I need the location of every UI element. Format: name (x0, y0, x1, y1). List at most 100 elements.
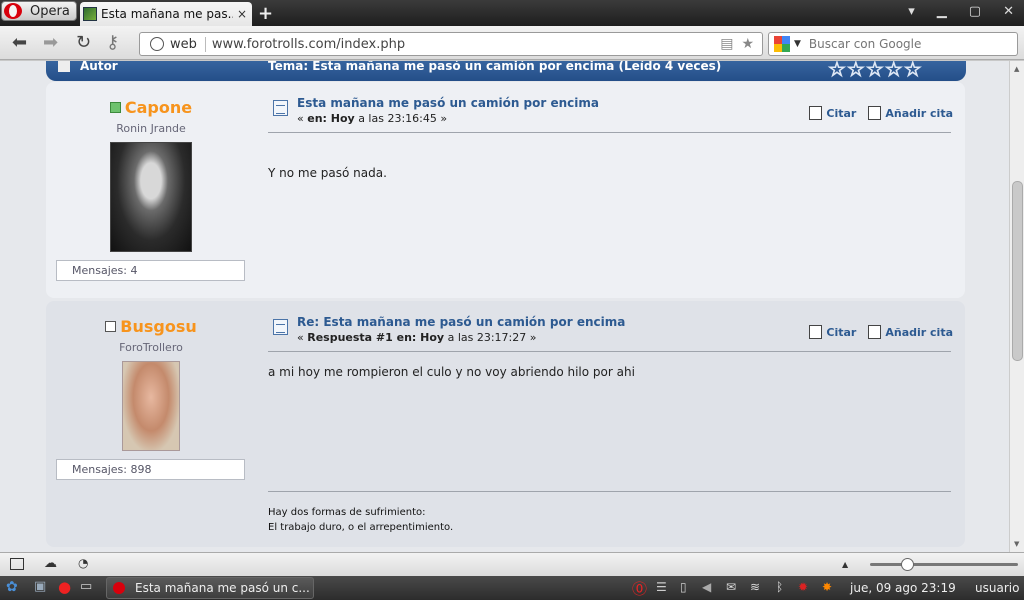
cloud-icon[interactable]: ☁ (44, 556, 58, 571)
start-menu-icon[interactable]: ✿ (6, 579, 18, 595)
message-count: Mensajes: 4 (56, 260, 245, 281)
opera-menu-label: Opera (30, 3, 70, 19)
signature: Hay dos formas de sufrimiento: El trabaj… (268, 507, 454, 533)
window-controls: ▾ ▁ ▢ ✕ (908, 4, 1014, 19)
battery-icon[interactable]: ▯ (680, 580, 687, 594)
chevron-down-icon[interactable]: ▼ (794, 39, 801, 49)
post-meta: « Respuesta #1 en: Hoy a las 23:17:27 » (297, 331, 537, 344)
url-text[interactable]: www.forotrolls.com/index.php (212, 37, 720, 52)
username-link[interactable]: Capone (125, 98, 192, 117)
tab-menu-icon[interactable]: ▾ (908, 4, 915, 19)
opera-icon (113, 582, 125, 594)
zoom-menu-icon[interactable]: ▲ (842, 560, 856, 572)
forward-icon[interactable]: ➡ (43, 32, 58, 53)
network-manager-icon[interactable]: ☰ (656, 580, 667, 594)
divider (268, 132, 951, 133)
update-alert-icon[interactable]: ✹ (798, 580, 808, 594)
file-manager-icon[interactable]: ▣ (34, 579, 46, 594)
tab-active[interactable]: Esta mañana me pas... × (80, 2, 252, 26)
search-input[interactable] (808, 37, 1009, 51)
tab-close-icon[interactable]: × (237, 7, 247, 21)
opera-launcher-icon[interactable]: ● (58, 578, 71, 596)
browser-status-bar: ☁ ◔ ▲ (0, 552, 1024, 576)
poster-info: Busgosu ForoTrollero Mensajes: 898 (56, 301, 246, 480)
taskbar-window-title: Esta mañana me pasó un c... (135, 581, 310, 595)
quote-icon (809, 106, 823, 120)
avatar[interactable] (122, 361, 180, 451)
close-window-icon[interactable]: ✕ (1003, 4, 1014, 19)
offline-status-icon (105, 321, 117, 332)
scroll-thumb[interactable] (1012, 181, 1023, 361)
bookmark-star-icon[interactable]: ★ (741, 36, 754, 52)
post-icon (273, 100, 288, 116)
document-icon (58, 61, 70, 72)
quote-button[interactable]: Citar (809, 106, 856, 120)
signature-divider (268, 491, 951, 492)
taskbar-window-opera[interactable]: Esta mañana me pasó un c... (106, 577, 314, 599)
post-1: Capone Ronin Jrande Mensajes: 4 Esta mañ… (46, 82, 965, 298)
opera-tray-icon[interactable]: ⓪ (632, 578, 647, 599)
post-icon (273, 319, 288, 335)
bluetooth-icon[interactable]: ᛒ (776, 580, 783, 594)
post-subject-link[interactable]: Esta mañana me pasó un camión por encima (297, 96, 599, 110)
reload-icon[interactable]: ↻ (76, 32, 91, 53)
favicon-icon (83, 7, 97, 21)
post-meta: « en: Hoy a las 23:16:45 » (297, 112, 448, 125)
minimize-icon[interactable]: ▁ (937, 4, 947, 19)
username-link[interactable]: Busgosu (120, 317, 196, 336)
tab-bar: Opera Esta mañana me pas... × + ▾ ▁ ▢ ✕ (0, 0, 1024, 26)
post-text: a mi hoy me rompieron el culo y no voy a… (268, 365, 635, 379)
poster-info: Capone Ronin Jrande Mensajes: 4 (56, 82, 246, 281)
key-icon[interactable]: ⚷ (106, 32, 119, 53)
quote-button[interactable]: Citar (809, 325, 856, 339)
notification-burst-icon[interactable]: ✸ (822, 580, 832, 594)
divider (268, 351, 951, 352)
autor-label: Autor (80, 61, 118, 73)
quote-icon (809, 325, 823, 339)
add-quote-icon (868, 325, 882, 339)
user-rank: ForoTrollero (119, 341, 183, 354)
add-quote-button[interactable]: Añadir cita (868, 106, 953, 120)
add-quote-button[interactable]: Añadir cita (868, 325, 953, 339)
online-status-icon (109, 102, 121, 113)
zoom-slider[interactable] (870, 563, 1018, 566)
scroll-down-icon[interactable]: ▼ (1014, 540, 1019, 548)
speed-dial-icon[interactable]: ◔ (78, 556, 92, 570)
os-taskbar: ✿ ▣ ● ▭ Esta mañana me pasó un c... ⓪ ☰ … (0, 576, 1024, 600)
new-tab-button[interactable]: + (258, 3, 273, 24)
tab-title: Esta mañana me pas... (101, 7, 233, 21)
add-quote-icon (868, 106, 882, 120)
volume-icon[interactable]: ◀ (702, 580, 711, 594)
search-box[interactable]: ▼ (768, 32, 1018, 56)
address-bar[interactable]: web www.forotrolls.com/index.php ▤ ★ (139, 32, 763, 56)
zoom-slider-handle[interactable] (901, 558, 914, 571)
terminal-icon[interactable]: ▭ (80, 579, 92, 594)
topic-header: Autor Tema: Esta mañana me pasó un camió… (46, 61, 966, 82)
message-count: Mensajes: 898 (56, 459, 245, 480)
mail-icon[interactable]: ✉ (726, 580, 736, 594)
wifi-icon[interactable]: ≋ (750, 580, 760, 594)
page-viewport: Autor Tema: Esta mañana me pasó un camió… (0, 61, 1009, 552)
google-icon[interactable] (774, 36, 790, 52)
post-subject-link[interactable]: Re: Esta mañana me pasó un camión por en… (297, 315, 625, 329)
post-actions: Citar Añadir cita (809, 106, 953, 120)
navigation-bar: ⬅ ➡ ↻ ⚷ web www.forotrolls.com/index.php… (0, 26, 1024, 60)
post-text: Y no me pasó nada. (268, 166, 387, 180)
avatar[interactable] (110, 142, 192, 252)
opera-menu-button[interactable]: Opera (1, 1, 77, 21)
post-actions: Citar Añadir cita (809, 325, 953, 339)
maximize-icon[interactable]: ▢ (969, 4, 981, 19)
rating-stars-icon: ☆☆☆☆☆ (828, 61, 923, 82)
vertical-scrollbar[interactable]: ▲ ▼ (1009, 61, 1024, 552)
clock[interactable]: jue, 09 ago 23:19 (850, 581, 956, 595)
scroll-up-icon[interactable]: ▲ (1014, 65, 1019, 73)
user-menu[interactable]: usuario (975, 581, 1019, 595)
opera-logo-icon (4, 3, 22, 19)
user-rank: Ronin Jrande (116, 122, 186, 135)
back-icon[interactable]: ⬅ (12, 32, 27, 53)
address-zone-label[interactable]: web (170, 36, 206, 52)
topic-title: Tema: Esta mañana me pasó un camión por … (268, 61, 722, 73)
rss-icon[interactable]: ▤ (720, 36, 733, 52)
panel-toggle-icon[interactable] (10, 558, 24, 570)
globe-icon (150, 37, 164, 51)
